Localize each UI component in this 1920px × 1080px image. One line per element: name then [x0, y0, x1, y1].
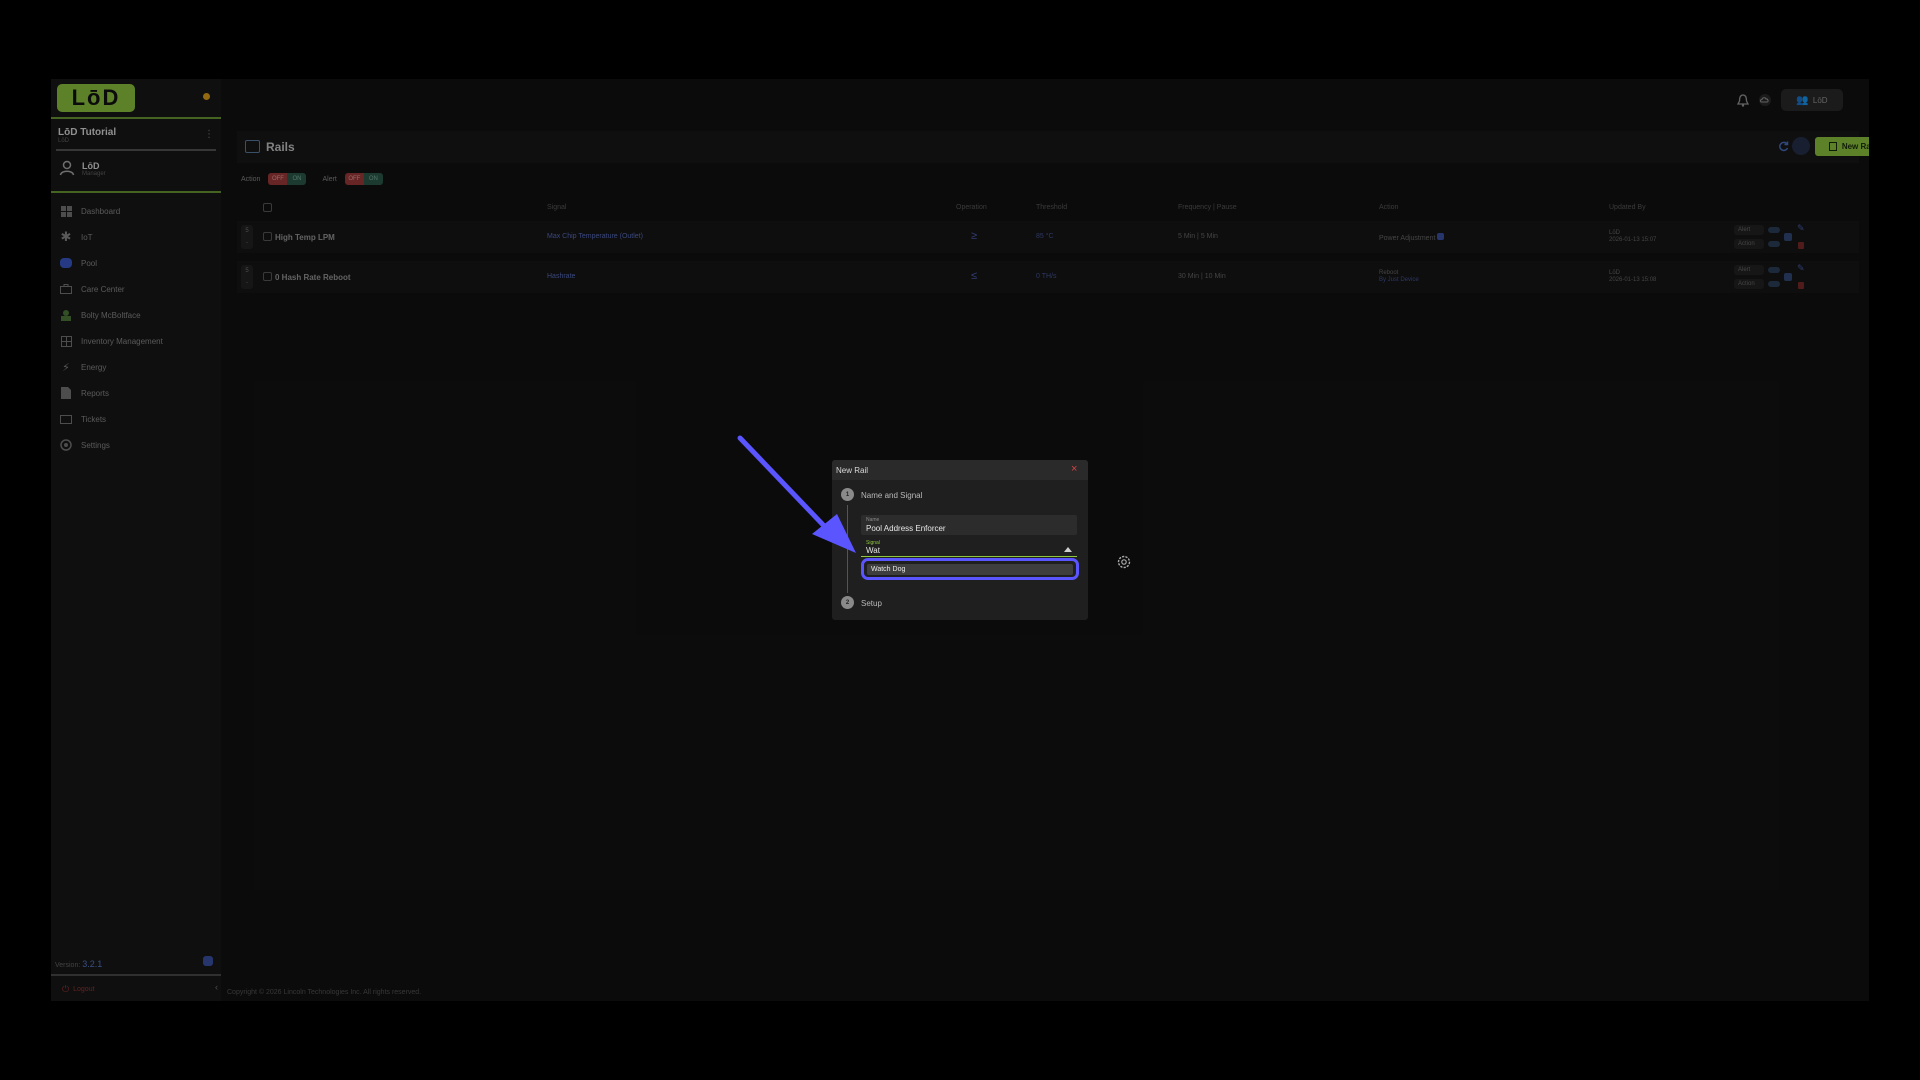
- name-field[interactable]: Name Pool Address Enforcer: [861, 515, 1077, 535]
- modal-header: New Rail ×: [832, 460, 1088, 480]
- step-2-indicator: 2: [841, 596, 854, 609]
- step-1-label: Name and Signal: [861, 491, 923, 500]
- name-field-value[interactable]: Pool Address Enforcer: [866, 524, 946, 533]
- new-rail-modal: New Rail × 1 Name and Signal Name Pool A…: [832, 460, 1088, 620]
- pointer-arrow-icon: [737, 435, 856, 553]
- settings-gear-icon[interactable]: [1116, 554, 1132, 570]
- step-2-label: Setup: [861, 599, 882, 608]
- close-icon[interactable]: ×: [1071, 463, 1077, 475]
- signal-field[interactable]: Signal Wat: [861, 540, 1077, 557]
- chevron-up-icon[interactable]: [1064, 547, 1072, 552]
- signal-underline: [861, 556, 1077, 557]
- signal-option-watch-dog[interactable]: Watch Dog: [867, 564, 1073, 575]
- signal-field-value[interactable]: Wat: [866, 546, 880, 555]
- name-field-label: Name: [866, 517, 880, 523]
- dropdown-highlight: Watch Dog: [861, 558, 1079, 580]
